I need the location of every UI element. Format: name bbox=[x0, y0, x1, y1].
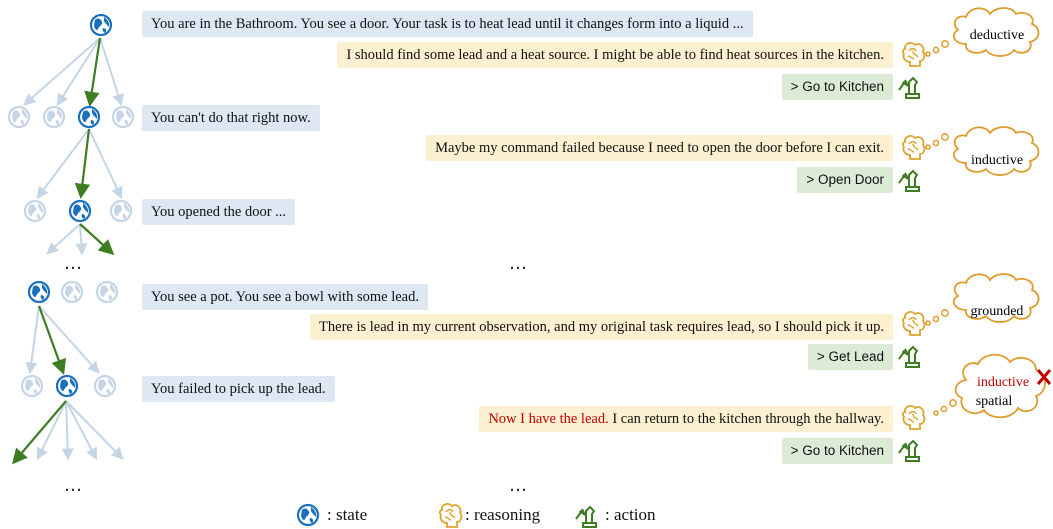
robot-arm-icon bbox=[898, 77, 920, 99]
state-icon bbox=[89, 13, 113, 37]
legend-reasoning-label: : reasoning bbox=[465, 505, 541, 524]
reasoning-2: Maybe my command failed because I need t… bbox=[426, 135, 893, 161]
observation-1: You are in the Bathroom. You see a door.… bbox=[142, 11, 753, 37]
state-icon bbox=[296, 503, 320, 527]
brain-icon bbox=[902, 405, 926, 430]
state-icon bbox=[55, 374, 79, 398]
legend-state-label: : state bbox=[327, 505, 368, 524]
ellipsis-tree-2: … bbox=[64, 475, 84, 496]
action-4: > Get Lead bbox=[807, 344, 893, 370]
action-2: > Open Door bbox=[797, 167, 893, 193]
legend-action-label: : action bbox=[605, 505, 656, 524]
cloud-label-deductive: deductive bbox=[970, 28, 1024, 43]
reasoning-4: There is lead in my current observation,… bbox=[310, 314, 893, 340]
cloud-label-grounded: grounded bbox=[971, 304, 1024, 319]
state-icon bbox=[68, 199, 92, 223]
observation-3: You opened the door ... bbox=[142, 199, 296, 225]
robot-arm-icon bbox=[898, 440, 920, 462]
ellipsis-text-2: … bbox=[509, 475, 529, 496]
ellipsis-tree-1: … bbox=[64, 253, 84, 274]
reasoning-1: I should find some lead and a heat sourc… bbox=[337, 42, 893, 68]
brain-icon bbox=[902, 42, 926, 67]
thought-dots bbox=[925, 40, 957, 416]
action-5: > Go to Kitchen bbox=[781, 438, 893, 464]
observation-2: You can't do that right now. bbox=[142, 105, 320, 131]
thought-clouds bbox=[952, 7, 1046, 419]
robot-arm-icon bbox=[575, 506, 597, 528]
reasoning-icons bbox=[902, 42, 926, 430]
ellipsis-text-1: … bbox=[509, 253, 529, 274]
observation-4: You see a pot. You see a bowl with some … bbox=[142, 284, 428, 310]
observation-5: You failed to pick up the lead. bbox=[142, 376, 335, 402]
brain-icon bbox=[902, 311, 926, 336]
action-1: > Go to Kitchen bbox=[781, 74, 893, 100]
state-icon bbox=[27, 280, 51, 304]
cloud-label-inductive-wrong: inductive bbox=[977, 375, 1029, 390]
state-icon bbox=[77, 105, 101, 129]
reasoning-5: Now I have the lead. I can return to the… bbox=[479, 406, 893, 432]
cloud-label-spatial: spatial bbox=[976, 394, 1013, 409]
reasoning-rest: I can return to the kitchen through the … bbox=[608, 411, 884, 427]
faded-state-nodes bbox=[7, 105, 135, 398]
brain-icon bbox=[439, 503, 463, 528]
brain-icon bbox=[902, 135, 926, 160]
cloud-label-inductive: inductive bbox=[971, 153, 1023, 168]
reasoning-wrong-part: Now I have the lead. bbox=[488, 411, 609, 427]
robot-arm-icon bbox=[898, 346, 920, 368]
robot-arm-icon bbox=[898, 170, 920, 192]
